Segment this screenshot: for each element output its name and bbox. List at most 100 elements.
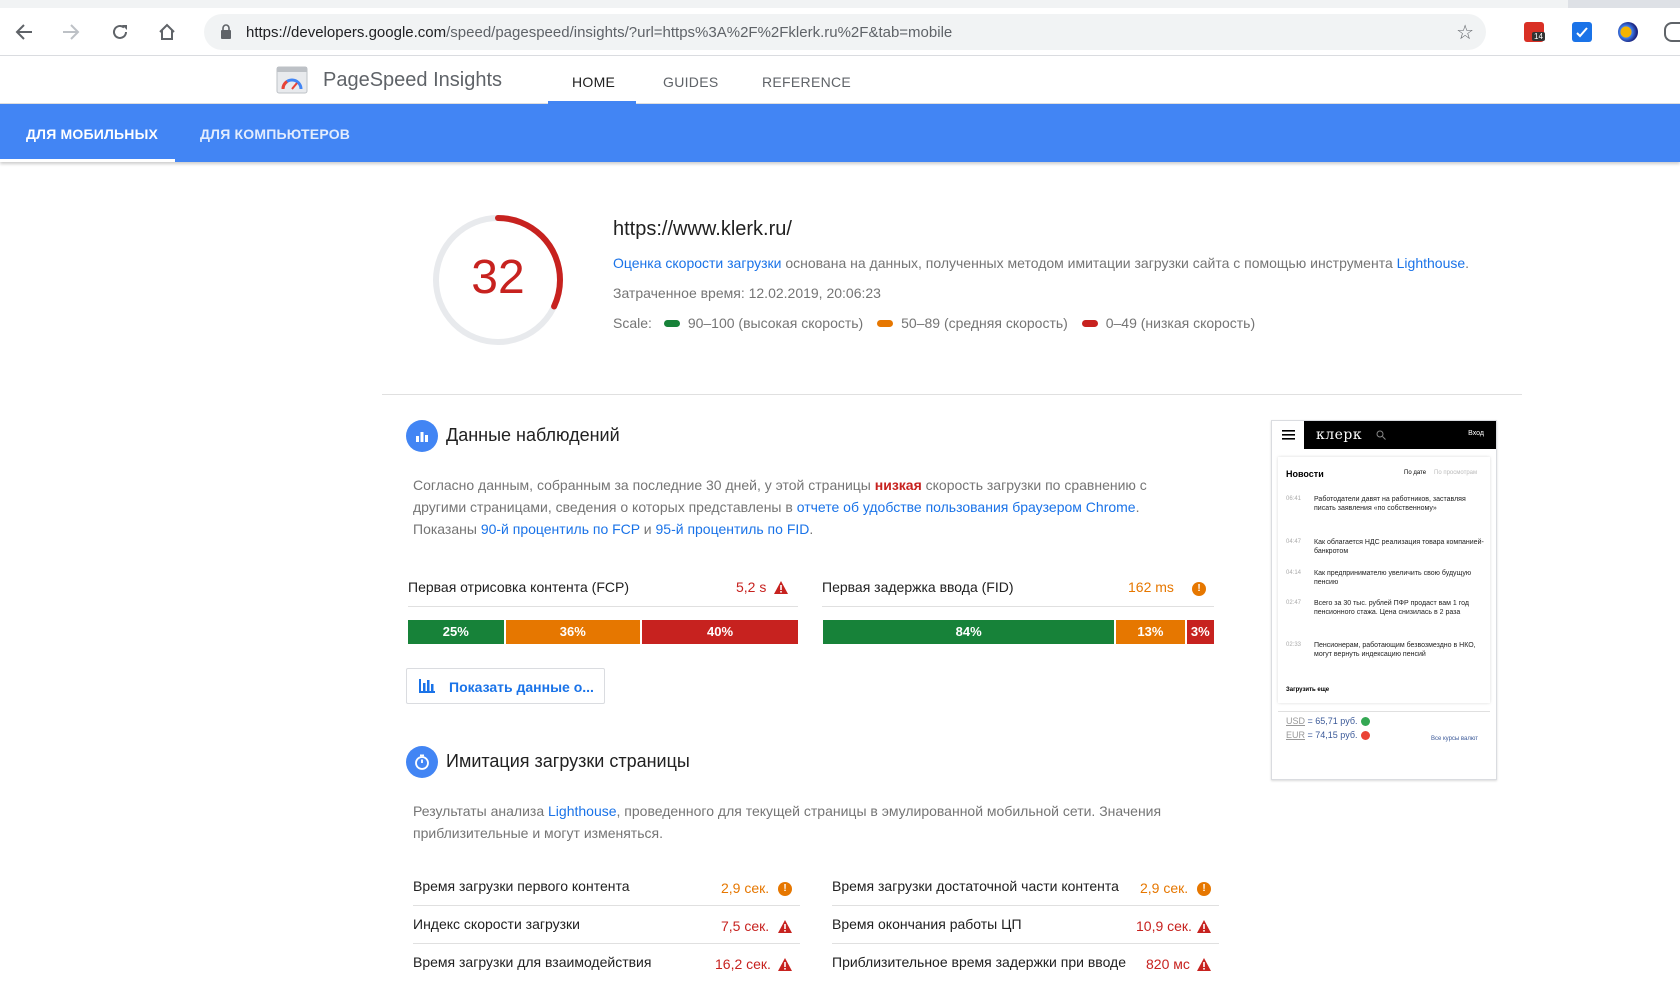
extension-calendar-icon[interactable]: 14 [1524,22,1545,42]
fcp-slow-segment: 40% [642,620,798,644]
forward-icon[interactable] [57,18,85,46]
active-device-indicator [0,159,175,162]
lock-icon [221,24,231,39]
warning-icon [774,581,788,594]
bookmark-star-icon[interactable]: ☆ [1456,20,1474,45]
lab-metric-row: Индекс скорости загрузки 7,5 сек. [413,906,800,944]
currency-rates: USD = 65,71 руб. EUR = 74,15 руб. Все ку… [1278,711,1490,761]
performance-score: 32 [471,251,525,304]
tab-reference[interactable]: REFERENCE [762,74,851,90]
app-title: PageSpeed Insights [323,69,503,91]
login-link: Вход [1468,430,1484,437]
fcp-metric: Первая отрисовка контента (FCP) 5,2 s [408,569,798,607]
fid-slow-segment: 3% [1186,620,1214,644]
tab-desktop[interactable]: ДЛЯ КОМПЬЮТЕРОВ [200,126,350,142]
score-scale: Scale: 90–100 (высокая скорость) 50–89 (… [613,315,1256,331]
score-description: Оценка скорости загрузки основана на дан… [613,255,1470,271]
page-screenshot-thumbnail: клерк Вход Новости По дате По просмотрам… [1271,420,1497,780]
section-divider [382,394,1522,395]
lab-metric-value: 2,9 сек. [721,880,770,896]
fid-metric: Первая задержка ввода (FID) 162 ms ! [822,569,1214,607]
fid-distribution-bar: 84% 13% 3% [823,620,1214,644]
lab-metric-value: 16,2 сек. [715,956,771,972]
warning-icon [1197,958,1211,971]
extension-circle-icon[interactable] [1618,22,1638,42]
info-icon: ! [1197,882,1211,896]
scale-slow-dot [1081,320,1098,328]
fcp-value: 5,2 s [736,579,767,595]
address-bar[interactable]: https://developers.google.com/speed/page… [204,14,1486,50]
lab-metric-label: Время загрузки первого контента [413,878,630,894]
lab-metric-label: Приблизительное время задержки при вводе [832,954,1126,970]
device-tabs-bar: ДЛЯ МОБИЛЬНЫХ ДЛЯ КОМПЬЮТЕРОВ [0,104,1680,162]
warning-icon [1197,920,1211,933]
home-icon[interactable] [153,18,181,46]
rate-up-icon [1361,717,1371,727]
lighthouse-lab-link[interactable]: Lighthouse [548,803,617,819]
bar-chart-icon [419,679,435,693]
usd-rate: USD = 65,71 руб. [1286,716,1371,727]
fcp-average-segment: 36% [505,620,642,644]
fcp-fast-segment: 25% [408,620,506,644]
lab-data-title: Имитация загрузки страницы [446,751,690,771]
warning-icon [778,920,792,933]
info-icon: ! [1192,582,1206,596]
lighthouse-link[interactable]: Lighthouse [1397,255,1466,271]
lab-metric-value: 7,5 сек. [721,918,770,934]
tab-home[interactable]: HOME [572,74,615,90]
info-icon: ! [778,882,792,896]
analysis-time: Затраченное время: 12.02.2019, 20:06:23 [613,285,881,301]
hamburger-menu-icon [1282,430,1295,440]
lab-metric-label: Индекс скорости загрузки [413,916,580,932]
fid-percentile-link[interactable]: 95-й процентиль по FID [656,521,810,537]
klerk-logo: клерк [1316,427,1363,443]
show-origin-data-label: Показать данные о... [449,679,594,695]
load-more-link: Загрузить еще [1286,687,1330,693]
show-origin-data-button[interactable]: Показать данные о... [406,668,605,704]
browser-toolbar: https://developers.google.com/speed/page… [0,0,1680,56]
scale-average-dot [877,320,894,328]
news-title: Новости [1286,469,1324,479]
pagespeed-logo-icon [276,66,308,94]
scale-fast-dot [663,320,680,328]
back-icon[interactable] [10,18,38,46]
lab-metric-value: 2,9 сек. [1140,880,1189,896]
analyzed-url: https://www.klerk.ru/ [613,218,792,240]
lab-metric-row: Время загрузки достаточной части контент… [832,868,1219,906]
lab-metric-row: Время загрузки для взаимодействия 16,2 с… [413,944,800,982]
eur-rate: EUR = 74,15 руб. [1286,730,1371,741]
rate-down-icon [1361,731,1371,741]
news-card: Новости По дате По просмотрам 06:41 Работ… [1278,457,1490,703]
sort-by-views: По просмотрам [1434,470,1478,476]
lab-metric-label: Время загрузки для взаимодействия [413,954,652,970]
address-url[interactable]: https://developers.google.com/speed/page… [246,24,952,41]
extension-partial-icon[interactable] [1664,22,1680,42]
tab-guides[interactable]: GUIDES [663,74,718,90]
search-icon [1376,430,1386,440]
field-data-description: Согласно данным, собранным за последние … [413,477,1147,537]
lab-metric-label: Время окончания работы ЦП [832,916,1022,932]
reload-icon[interactable] [106,18,134,46]
fid-label: Первая задержка ввода (FID) [822,579,1014,595]
fcp-percentile-link[interactable]: 90-й процентиль по FCP [481,521,640,537]
field-data-title: Данные наблюдений [446,425,620,445]
warning-icon [778,958,792,971]
tab-strip [0,0,1680,8]
tab-mobile[interactable]: ДЛЯ МОБИЛЬНЫХ [26,126,158,142]
lab-data-icon [406,746,438,778]
extension-check-icon[interactable] [1572,22,1592,42]
score-calculation-link[interactable]: Оценка скорости загрузки [613,255,781,271]
lab-metric-row: Приблизительное время задержки при вводе… [832,944,1219,982]
lab-metric-value: 10,9 сек. [1136,918,1192,934]
field-data-icon [406,420,438,452]
fid-fast-segment: 84% [823,620,1117,644]
fid-average-segment: 13% [1116,620,1187,644]
psi-header: PageSpeed Insights HOME GUIDES REFERENCE [0,56,1680,104]
fid-value: 162 ms [1128,579,1174,595]
crux-report-link[interactable]: отчете об удобстве пользования браузером… [797,499,1136,515]
lab-metric-value: 820 мс [1146,956,1190,972]
lab-data-description: Результаты анализа Lighthouse, проведенн… [413,803,1162,841]
fcp-distribution-bar: 25% 36% 40% [408,620,798,644]
lab-metric-row: Время окончания работы ЦП 10,9 сек. [832,906,1219,944]
fcp-label: Первая отрисовка контента (FCP) [408,579,629,595]
